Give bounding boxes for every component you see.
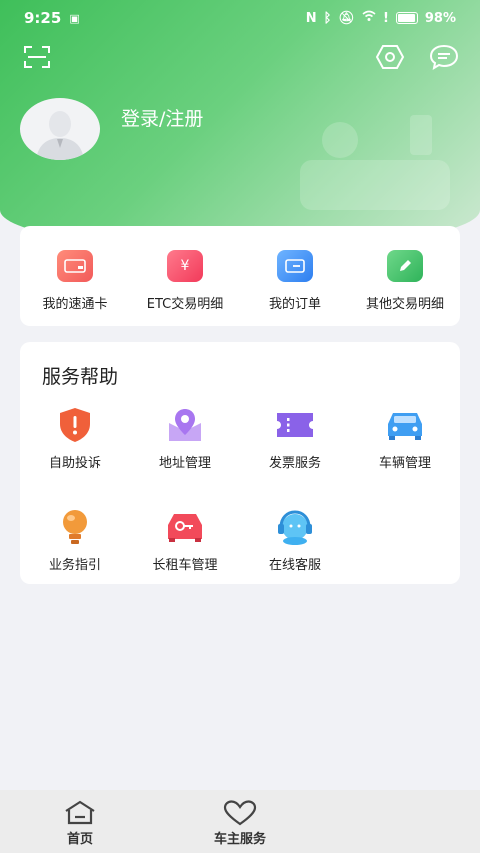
- service-business-guide[interactable]: 业务指引: [20, 508, 130, 573]
- card-icon: [57, 250, 93, 282]
- bottom-navigation: 首页 车主服务: [0, 790, 480, 853]
- service-help-card: 服务帮助 自助投诉 地址管理 发票服务 车辆管理 业务指引 长租车管理 在线客服: [20, 342, 460, 584]
- quick-item-label: 其他交易明细: [365, 297, 444, 312]
- nav-label: 车主服务: [213, 832, 266, 847]
- service-label: 业务指引: [48, 558, 101, 573]
- status-bar: 9:25 ▣ N ᛒ 🔕︎ ! 98%: [0, 0, 480, 36]
- settings-icon[interactable]: [373, 40, 407, 74]
- service-long-term-rental[interactable]: 长租车管理: [130, 508, 240, 573]
- quick-item-label: 我的订单: [268, 297, 321, 312]
- notification-icon: ▣: [69, 11, 80, 25]
- message-icon[interactable]: [427, 40, 461, 74]
- mute-icon: 🔕︎: [338, 10, 355, 26]
- service-section-title: 服务帮助: [42, 366, 119, 388]
- bluetooth-icon: ᛒ: [323, 10, 332, 26]
- user-avatar-icon: [36, 111, 84, 160]
- service-label: 长租车管理: [152, 558, 218, 573]
- status-time: 9:25: [24, 9, 62, 27]
- wifi-icon: [362, 10, 376, 26]
- service-label: 车辆管理: [378, 456, 431, 471]
- quick-menu-card: 我的速通卡 ¥ ETC交易明细 我的订单 其他交易明细: [20, 226, 460, 326]
- nav-label: 首页: [66, 832, 93, 847]
- car-key-icon: [165, 508, 205, 546]
- service-self-complaint[interactable]: 自助投诉: [20, 406, 130, 471]
- lightbulb-icon: [55, 508, 95, 546]
- nav-owner-services[interactable]: 车主服务: [160, 790, 320, 853]
- service-invoice[interactable]: 发票服务: [240, 406, 350, 471]
- service-label: 发票服务: [268, 456, 321, 471]
- alert-icon: !: [382, 10, 389, 26]
- complaint-shield-icon: [55, 406, 95, 444]
- home-icon: [65, 800, 95, 825]
- quick-item-my-orders[interactable]: 我的订单: [240, 226, 350, 326]
- battery-icon: [395, 12, 418, 24]
- service-label: 自助投诉: [48, 456, 101, 471]
- service-online-support[interactable]: 在线客服: [240, 508, 350, 573]
- quick-item-label: ETC交易明细: [146, 297, 224, 312]
- invoice-ticket-icon: [275, 406, 315, 444]
- heart-icon: [223, 800, 257, 826]
- service-label: 在线客服: [268, 558, 321, 573]
- quick-item-label: 我的速通卡: [42, 297, 108, 312]
- scan-icon[interactable]: [20, 40, 54, 74]
- headset-icon: [275, 508, 315, 546]
- quick-item-speedpass-card[interactable]: 我的速通卡: [20, 226, 130, 326]
- battery-percent: 98%: [424, 10, 456, 26]
- wallet-icon: [277, 250, 313, 282]
- quick-item-etc-transactions[interactable]: ¥ ETC交易明细: [130, 226, 240, 326]
- nfc-icon: N: [305, 10, 317, 26]
- service-address-management[interactable]: 地址管理: [130, 406, 240, 471]
- login-register-link[interactable]: 登录/注册: [121, 104, 203, 131]
- yuan-icon: ¥: [167, 250, 203, 282]
- car-interior-illustration: [300, 115, 450, 210]
- nav-home[interactable]: 首页: [0, 790, 160, 853]
- edit-icon: [387, 250, 423, 282]
- avatar[interactable]: [20, 98, 100, 160]
- location-icon: [165, 406, 205, 444]
- quick-item-other-transactions[interactable]: 其他交易明细: [350, 226, 460, 326]
- car-icon: [385, 406, 425, 444]
- service-vehicle-management[interactable]: 车辆管理: [350, 406, 460, 471]
- service-label: 地址管理: [158, 456, 211, 471]
